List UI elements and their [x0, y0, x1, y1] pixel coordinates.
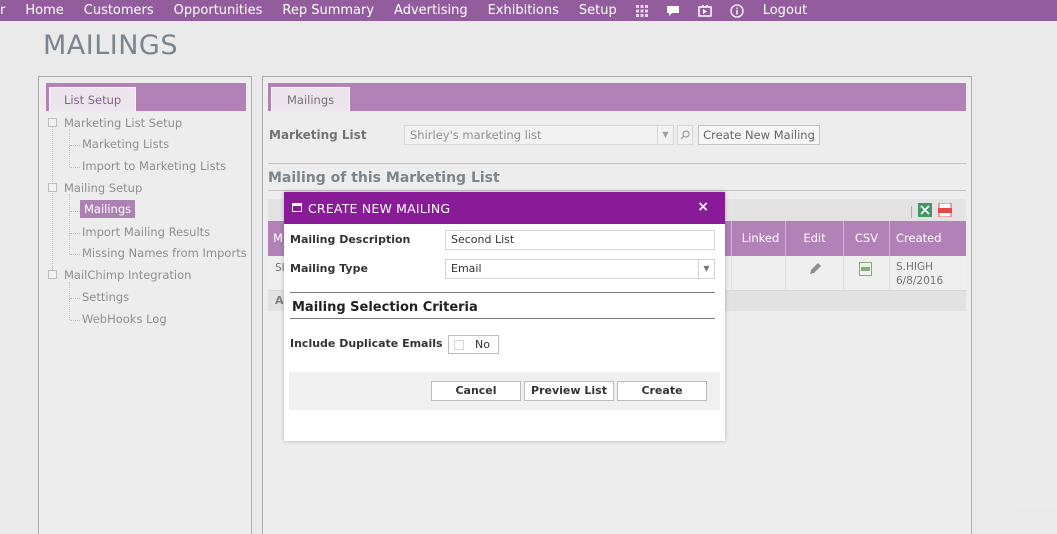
chat-icon[interactable]: [657, 0, 689, 21]
nav-exhibitions[interactable]: Exhibitions: [478, 0, 569, 21]
cancel-button[interactable]: Cancel: [431, 381, 521, 401]
video-icon[interactable]: [689, 0, 721, 21]
duplicate-emails-toggle[interactable]: No: [448, 335, 499, 354]
create-mailing-dialog: CREATE NEW MAILING × Mailing Description…: [284, 192, 725, 441]
nav-rep-summary[interactable]: Rep Summary: [272, 0, 384, 21]
checkbox-icon[interactable]: [454, 340, 464, 350]
nav-advertising[interactable]: Advertising: [384, 0, 478, 21]
description-field[interactable]: Second List: [445, 230, 715, 250]
info-icon[interactable]: [721, 0, 753, 21]
preview-list-button[interactable]: Preview List: [524, 381, 614, 401]
nav-opportunities[interactable]: Opportunities: [164, 0, 273, 21]
duplicate-emails-label: Include Duplicate Emails: [290, 337, 443, 350]
criteria-section-header: Mailing Selection Criteria: [290, 292, 715, 319]
dialog-title-bar[interactable]: CREATE NEW MAILING ×: [284, 192, 725, 224]
mailing-type-select[interactable]: Email ▼: [445, 259, 715, 279]
window-icon: [292, 203, 302, 212]
mailing-type-value: Email: [451, 262, 482, 275]
nav-customers[interactable]: Customers: [74, 0, 164, 21]
grid-icon[interactable]: [627, 0, 657, 21]
nav-setup[interactable]: Setup: [569, 0, 627, 21]
dialog-button-bar: Cancel Preview List Create: [289, 372, 720, 410]
close-icon[interactable]: ×: [697, 199, 709, 215]
criteria-title: Mailing Selection Criteria: [292, 300, 478, 315]
nav-logout[interactable]: Logout: [753, 0, 818, 21]
mailing-type-label: Mailing Type: [290, 262, 368, 275]
nav-separator: r: [0, 3, 6, 18]
chevron-down-icon[interactable]: ▼: [698, 260, 714, 278]
nav-home[interactable]: Home: [15, 0, 73, 21]
top-nav: r Home Customers Opportunities Rep Summa…: [0, 0, 1057, 21]
duplicate-emails-value: No: [475, 338, 490, 351]
dialog-title: CREATE NEW MAILING: [308, 201, 451, 216]
description-label: Mailing Description: [290, 233, 411, 246]
create-button[interactable]: Create: [617, 381, 707, 401]
